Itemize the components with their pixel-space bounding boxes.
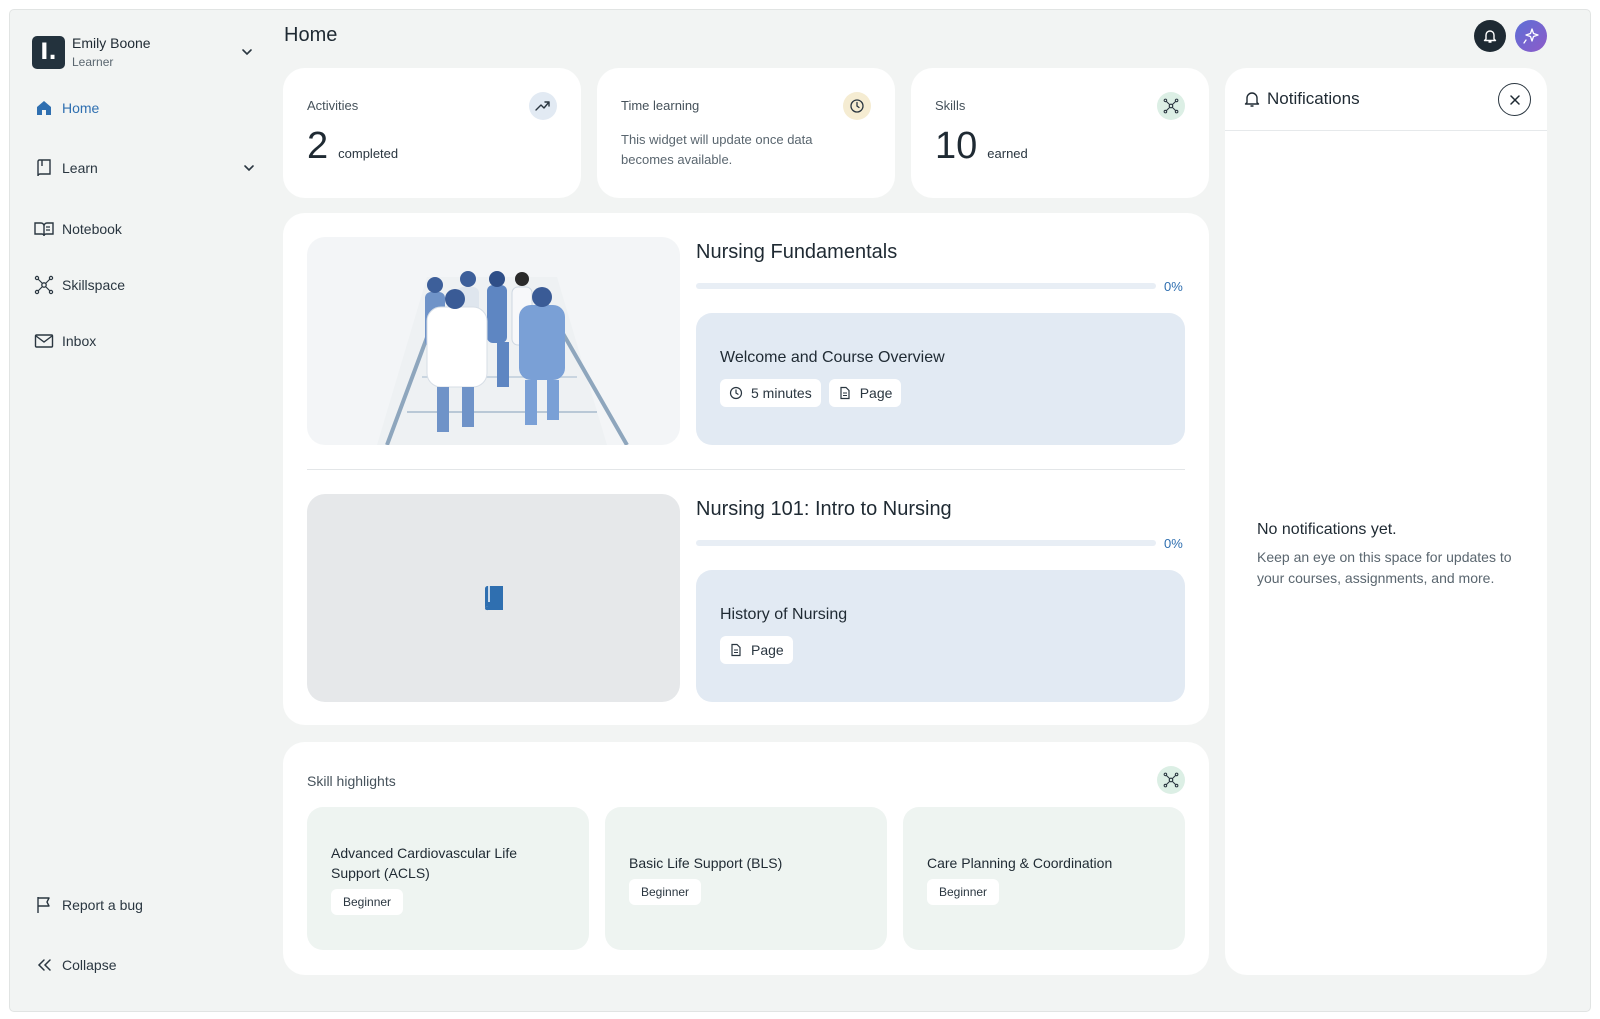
divider: [307, 469, 1185, 470]
course-progress-percent: 0%: [1164, 536, 1183, 551]
skills-label: Skills: [935, 98, 966, 113]
close-icon: [1509, 94, 1520, 105]
time-learning-message: This widget will update once data become…: [621, 132, 813, 167]
sidebar-item-inbox[interactable]: Inbox: [34, 326, 256, 356]
skill-highlights-label: Skill highlights: [307, 773, 396, 789]
document-icon: [840, 386, 850, 400]
collapse-label: Collapse: [62, 957, 117, 973]
notifications-button[interactable]: [1474, 20, 1506, 52]
course-item[interactable]: Nursing 101: Intro to Nursing 0% History…: [307, 494, 1185, 702]
notifications-empty-state: No notifications yet. Keep an eye on thi…: [1257, 521, 1527, 589]
next-activity-card[interactable]: History of Nursing Page: [696, 570, 1185, 702]
skills-card: Skills 10 earned: [911, 68, 1209, 198]
bell-icon: [1483, 30, 1497, 43]
hospital-corridor-image: [307, 237, 680, 445]
sidebar: I. Emily Boone Learner Home Learn Notebo…: [10, 10, 268, 1011]
sidebar-item-learn[interactable]: Learn: [34, 153, 256, 183]
user-name: Emily Boone: [72, 35, 151, 51]
skill-name: Care Planning & Coordination: [927, 854, 1113, 871]
ai-assistant-button[interactable]: [1515, 20, 1547, 52]
network-icon: [34, 275, 54, 295]
course-thumbnail[interactable]: [307, 494, 680, 702]
user-role: Learner: [72, 55, 114, 69]
notifications-header: Notifications: [1225, 68, 1547, 131]
notifications-title: Notifications: [1267, 89, 1360, 108]
activities-label: Activities: [307, 98, 359, 113]
clock-icon: [729, 386, 743, 400]
time-learning-label: Time learning: [621, 98, 700, 113]
report-bug-button[interactable]: Report a bug: [34, 890, 256, 920]
double-chevron-left-icon: [37, 959, 51, 971]
course-progress-percent: 0%: [1164, 279, 1183, 294]
mail-icon: [34, 334, 54, 348]
skill-highlights-card: Skill highlights Advanced Cardiovascular…: [283, 742, 1209, 975]
time-learning-card: Time learning This widget will update on…: [597, 68, 895, 198]
skill-level-badge: Beginner: [331, 888, 404, 915]
user-menu[interactable]: I. Emily Boone Learner: [32, 28, 254, 76]
trending-up-icon: [529, 92, 557, 120]
skills-count: 10: [935, 125, 978, 167]
skills-unit: earned: [987, 146, 1028, 161]
activities-unit: completed: [338, 146, 399, 161]
duration-label: 5 minutes: [751, 385, 812, 401]
type-chip: Page: [720, 636, 793, 664]
network-icon: [1157, 92, 1185, 120]
app-window: I. Emily Boone Learner Home Learn Notebo…: [10, 10, 1590, 1011]
skill-level-badge: Beginner: [927, 878, 1000, 905]
notifications-panel: Notifications No notifications yet. Keep…: [1225, 68, 1547, 975]
network-icon: [1157, 766, 1185, 794]
clock-icon: [843, 92, 871, 120]
sidebar-item-label: Learn: [62, 160, 98, 176]
activity-title: History of Nursing: [720, 606, 848, 623]
course-thumbnail[interactable]: [307, 237, 680, 445]
skill-card[interactable]: Advanced Cardiovascular Life Support (AC…: [307, 807, 589, 950]
courses-card: Nursing Fundamentals 0% Welcome and Cour…: [283, 213, 1209, 725]
next-activity-card[interactable]: Welcome and Course Overview 5 minutes Pa…: [696, 313, 1185, 445]
book-icon: [37, 159, 51, 177]
sidebar-item-notebook[interactable]: Notebook: [34, 214, 256, 244]
book-icon: [484, 586, 503, 611]
sidebar-item-label: Notebook: [62, 221, 122, 237]
duration-chip: 5 minutes: [720, 379, 821, 407]
close-notifications-button[interactable]: [1498, 83, 1531, 116]
sidebar-item-home[interactable]: Home: [34, 93, 256, 123]
empty-title: No notifications yet.: [1257, 521, 1397, 538]
flag-icon: [37, 897, 50, 913]
bell-icon: [1244, 92, 1260, 107]
sidebar-item-skillspace[interactable]: Skillspace: [34, 270, 256, 300]
skill-card[interactable]: Basic Life Support (BLS) Beginner: [605, 807, 887, 950]
empty-message: Keep an eye on this space for updates to…: [1257, 549, 1512, 586]
document-icon: [731, 643, 741, 657]
activities-count: 2: [307, 125, 329, 167]
skill-name: Basic Life Support (BLS): [629, 854, 783, 871]
collapse-button[interactable]: Collapse: [34, 950, 256, 980]
chevron-down-icon[interactable]: [242, 161, 256, 175]
sidebar-item-label: Inbox: [62, 333, 97, 349]
skill-name: Advanced Cardiovascular Life Support (AC…: [331, 844, 517, 881]
activities-card: Activities 2 completed: [283, 68, 581, 198]
skill-card[interactable]: Care Planning & Coordination Beginner: [903, 807, 1185, 950]
course-item[interactable]: Nursing Fundamentals 0% Welcome and Cour…: [307, 237, 1185, 445]
home-icon: [37, 101, 51, 115]
course-title[interactable]: Nursing 101: Intro to Nursing: [696, 498, 952, 521]
skill-level-badge: Beginner: [629, 878, 702, 905]
course-title[interactable]: Nursing Fundamentals: [696, 241, 897, 264]
sparkle-icon: [1523, 28, 1539, 44]
open-book-icon: [34, 222, 54, 237]
report-bug-label: Report a bug: [62, 897, 143, 913]
sidebar-item-label: Skillspace: [62, 277, 126, 293]
course-progress-bar: [696, 540, 1156, 546]
activity-title: Welcome and Course Overview: [720, 349, 945, 366]
org-logo: I.: [32, 35, 65, 69]
chevron-down-icon: [242, 49, 252, 56]
type-chip: Page: [828, 379, 902, 407]
sidebar-item-label: Home: [62, 100, 100, 116]
page-title: Home: [284, 24, 338, 46]
type-label: Page: [859, 385, 893, 401]
course-progress-bar: [696, 283, 1156, 289]
type-label: Page: [751, 642, 784, 658]
